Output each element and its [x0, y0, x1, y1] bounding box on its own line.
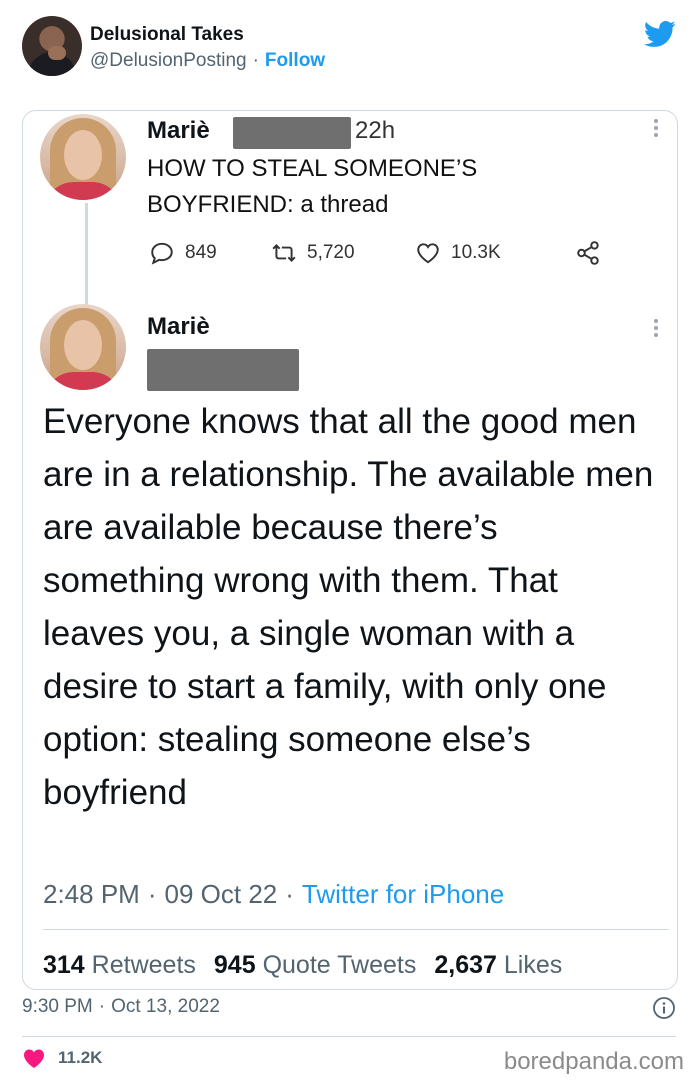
retweet-count: 5,720	[307, 242, 355, 263]
separator: ·	[285, 879, 294, 909]
retweet-icon	[272, 244, 296, 262]
separator: ·	[252, 50, 259, 71]
info-icon[interactable]	[652, 996, 676, 1020]
twitter-logo-icon[interactable]	[644, 20, 676, 48]
watermark: boredpanda.com	[503, 1048, 684, 1075]
tweet2-meta: 2:48 PM · 09 Oct 22 · Twitter for iPhone	[43, 879, 504, 910]
reply-count: 849	[185, 242, 217, 263]
handle-line: @DelusionPosting · Follow	[90, 50, 325, 72]
tweet2-stats: 314 Retweets 945 Quote Tweets 2,637 Likes	[43, 951, 562, 980]
timestamp-date: Oct 13, 2022	[111, 996, 220, 1017]
reply-icon	[151, 242, 173, 265]
outer-like-button[interactable]: 11.2K	[22, 1044, 102, 1072]
tweet1-author-name[interactable]: Mariè	[147, 117, 210, 145]
divider	[22, 1036, 676, 1037]
retweet-button[interactable]: 5,720	[271, 236, 355, 270]
display-name[interactable]: Delusional Takes	[90, 24, 244, 46]
avatar[interactable]	[40, 114, 126, 200]
tweet1-time: 22h	[355, 117, 396, 144]
avatar-face	[64, 320, 102, 370]
like-button[interactable]: 10.3K	[415, 236, 501, 270]
handle[interactable]: @DelusionPosting	[90, 50, 247, 71]
follow-button[interactable]: Follow	[265, 50, 325, 71]
outer-tweet-header: Delusional Takes @DelusionPosting · Follow	[22, 16, 682, 80]
retweets-stat[interactable]: 314 Retweets	[43, 951, 196, 979]
reply-button[interactable]: 849	[149, 236, 217, 270]
tweet2-text: Everyone knows that all the good men are…	[43, 402, 654, 812]
timestamp-time: 9:30 PM	[22, 996, 93, 1017]
outer-like-count: 11.2K	[58, 1048, 103, 1067]
avatar[interactable]	[22, 16, 82, 76]
avatar-hand	[48, 46, 66, 60]
separator: ·	[98, 996, 106, 1017]
redacted-handle	[233, 117, 351, 149]
tweet2-source-link[interactable]: Twitter for iPhone	[302, 879, 504, 909]
tweet1-text: HOW TO STEAL SOMEONE’S BOYFRIEND: a thre…	[147, 155, 478, 218]
heart-icon	[24, 1049, 44, 1068]
quote-tweets-stat[interactable]: 945 Quote Tweets	[214, 951, 416, 979]
like-icon	[417, 243, 439, 264]
tweet2-time[interactable]: 2:48 PM	[43, 879, 140, 909]
outer-tweet-timestamp[interactable]: 9:30 PM · Oct 13, 2022	[22, 996, 220, 1018]
thread-connector-line	[85, 203, 88, 308]
share-icon	[577, 241, 599, 265]
more-icon[interactable]	[653, 119, 659, 141]
like-count: 10.3K	[451, 242, 501, 263]
tweet2-date[interactable]: 09 Oct 22	[165, 879, 278, 909]
avatar[interactable]	[40, 304, 126, 390]
redacted-handle	[147, 349, 299, 391]
divider	[43, 929, 669, 930]
tweet1-action-bar: 849 5,720 10.3K	[149, 236, 609, 270]
separator: ·	[147, 879, 157, 909]
quoted-thread-card[interactable]: Mariè 22h HOW TO STEAL SOMEONE’S BOYFRIE…	[22, 110, 678, 990]
tweet2-author-name[interactable]: Mariè	[147, 313, 210, 341]
more-icon[interactable]	[653, 319, 659, 341]
avatar-face	[64, 130, 102, 180]
share-button[interactable]	[575, 236, 601, 270]
likes-stat[interactable]: 2,637 Likes	[434, 951, 562, 979]
